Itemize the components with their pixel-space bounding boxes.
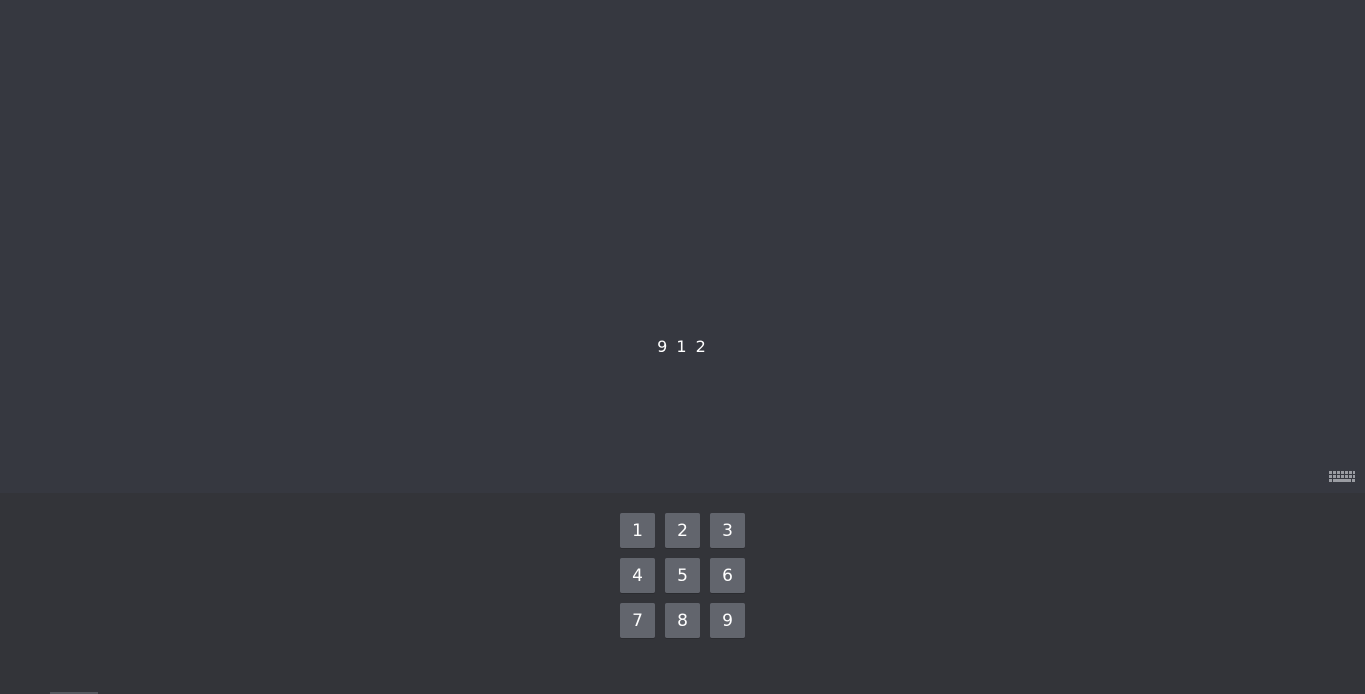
key-7[interactable]: 7 (620, 603, 655, 638)
keyboard-icon[interactable] (1329, 469, 1355, 482)
display-area: 9 1 2 (0, 0, 1365, 493)
key-5[interactable]: 5 (665, 558, 700, 593)
key-6[interactable]: 6 (710, 558, 745, 593)
key-4[interactable]: 4 (620, 558, 655, 593)
keypad-panel: 1 2 3 4 5 6 7 8 9 (0, 493, 1365, 694)
key-9[interactable]: 9 (710, 603, 745, 638)
key-8[interactable]: 8 (665, 603, 700, 638)
numeric-keypad: 1 2 3 4 5 6 7 8 9 (620, 513, 746, 638)
key-1[interactable]: 1 (620, 513, 655, 548)
entered-digits: 9 1 2 (657, 337, 708, 356)
key-3[interactable]: 3 (710, 513, 745, 548)
key-2[interactable]: 2 (665, 513, 700, 548)
